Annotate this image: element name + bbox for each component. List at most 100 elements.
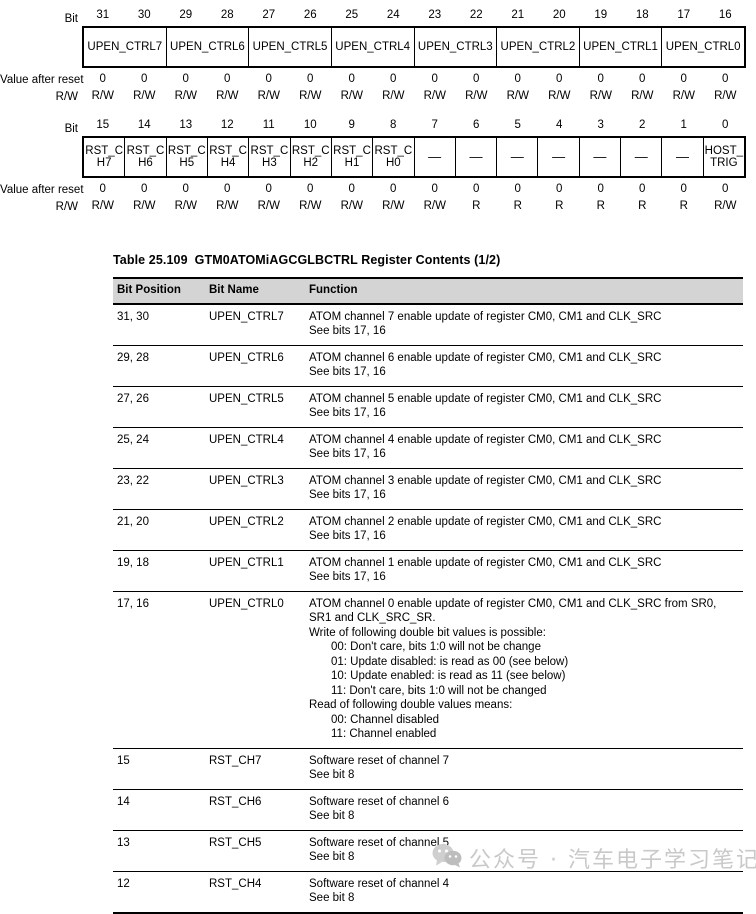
bit-number-lower-5: 10 (303, 119, 317, 131)
cell-bit-name: RST_CH7 (205, 748, 305, 790)
bit-number-lower-10: 5 (514, 119, 521, 131)
field-boxes-row-lower: RST_CH7 RST_CH6 RST_CH5 RST_CH4 RST_CH3 RST_C… (0, 136, 756, 178)
access-upper-13: R/W (631, 90, 654, 102)
cell-bit-position: 23, 22 (113, 468, 205, 510)
reset-value-lower-15: 0 (722, 183, 729, 195)
field-lower-reserved: — (456, 138, 498, 176)
field-lower-rst_ch7: RST_CH7 (84, 138, 126, 176)
table-row: 25, 24 UPEN_CTRL4 ATOM channel 4 enable up… (113, 427, 743, 469)
bit-number-upper-7: 24 (386, 9, 400, 21)
field-upper-upen_ctrl1: UPEN_CTRL1 (580, 28, 663, 66)
access-upper-5: R/W (299, 90, 322, 102)
reset-value-label-lower: Value after reset (0, 184, 84, 196)
cell-function: ATOM channel 6 enable update of register… (305, 345, 743, 387)
bit-number-lower-12: 3 (597, 119, 604, 131)
access-upper-7: R/W (382, 90, 405, 102)
reset-value-lower-4: 0 (265, 183, 272, 195)
field-lower-rst_ch2: RST_CH2 (291, 138, 332, 176)
reset-value-lower-3: 0 (224, 183, 231, 195)
function-line: Read of following double values means: (309, 699, 513, 711)
bit-number-upper-6: 25 (345, 9, 359, 21)
function-line: ATOM channel 7 enable update of register… (309, 310, 662, 323)
cell-function: ATOM channel 5 enable update of register… (305, 386, 743, 428)
access-lower-1: R/W (133, 200, 156, 212)
access-lower-0: R/W (91, 200, 114, 212)
access-upper-10: R/W (506, 90, 529, 102)
table-row: 27, 26 UPEN_CTRL5 ATOM channel 5 enable up… (113, 386, 743, 428)
access-row-upper: R/W R/W R/W R/W R/W R/W R/W R/W R/W R/W R/W R/W R/W… (0, 88, 756, 104)
bit-number-upper-13: 18 (635, 9, 649, 21)
cell-bit-name: RST_CH6 (205, 789, 305, 831)
cell-bit-position: 27, 26 (113, 386, 205, 428)
function-line: Software reset of channel 7 (309, 754, 449, 767)
access-lower-9: R (472, 200, 481, 212)
bit-number-upper-15: 16 (718, 9, 732, 21)
cell-bit-position: 12 (113, 871, 205, 914)
access-upper-9: R/W (465, 90, 488, 102)
cell-function: ATOM channel 1 enable update of register… (305, 550, 743, 592)
cell-bit-position: 17, 16 (113, 591, 205, 749)
reset-value-lower-10: 0 (514, 183, 521, 195)
reset-value-upper-13: 0 (639, 73, 646, 85)
cell-bit-position: 31, 30 (113, 303, 205, 346)
access-label-lower: R/W (55, 201, 78, 213)
reset-value-lower-1: 0 (141, 183, 148, 195)
function-line: ATOM channel 6 enable update of register… (309, 351, 662, 364)
reset-value-upper-8: 0 (431, 73, 438, 85)
bit-number-lower-11: 4 (556, 119, 563, 131)
field-boxes-row-upper: UPEN_CTRL7 UPEN_CTRL6 UPEN_CTRL5 UPEN_CTRL4… (0, 26, 756, 68)
function-line: See bit 8 (309, 851, 355, 863)
cell-bit-name: UPEN_CTRL6 (205, 345, 305, 387)
access-upper-6: R/W (340, 90, 363, 102)
access-upper-12: R/W (589, 90, 612, 102)
bit-number-lower-2: 13 (179, 119, 193, 131)
table-header-row: Bit Position Bit Name Function (113, 277, 743, 305)
access-upper-0: R/W (91, 90, 114, 102)
access-upper-15: R/W (714, 90, 737, 102)
bit-number-lower-6: 9 (348, 119, 355, 131)
cell-function: Software reset of channel 7 See bit 8 (305, 748, 743, 790)
cell-function: Software reset of channel 6 See bit 8 (305, 789, 743, 831)
cell-bit-name: RST_CH5 (205, 830, 305, 872)
reset-value-upper-10: 0 (514, 73, 521, 85)
function-line: Write of following double bit values is … (309, 626, 546, 639)
function-line: ATOM channel 0 enable update of register… (309, 597, 717, 610)
function-line: ATOM channel 2 enable update of register… (309, 515, 662, 528)
cell-bit-position: 21, 20 (113, 509, 205, 551)
field-upper-upen_ctrl5: UPEN_CTRL5 (249, 28, 332, 66)
reset-value-upper-11: 0 (556, 73, 563, 85)
cell-function: ATOM channel 3 enable update of register… (305, 468, 743, 510)
function-line: See bits 17, 16 (309, 530, 386, 542)
field-lower-rst_ch1: RST_CH1 (332, 138, 374, 176)
function-line: Software reset of channel 6 (309, 795, 449, 808)
field-cells-upper: UPEN_CTRL7 UPEN_CTRL6 UPEN_CTRL5 UPEN_CTRL4… (82, 26, 746, 68)
function-line: 00: Don't care, bits 1:0 will not be cha… (331, 641, 541, 653)
access-lower-2: R/W (174, 200, 197, 212)
field-lower-rst_ch6: RST_CH6 (125, 138, 167, 176)
column-header-bit-name: Bit Name (205, 277, 305, 305)
cell-bit-name: UPEN_CTRL5 (205, 386, 305, 428)
reset-value-lower-6: 0 (348, 183, 355, 195)
field-lower-reserved: — (662, 138, 704, 176)
table-row: 21, 20 UPEN_CTRL2 ATOM channel 2 enable up… (113, 509, 743, 551)
function-line: 00: Channel disabled (331, 713, 440, 726)
bit-number-lower-8: 7 (431, 119, 438, 131)
bit-number-lower-15: 0 (722, 119, 729, 131)
bit-number-lower-3: 12 (220, 119, 234, 131)
bit-number-lower-1: 14 (137, 119, 151, 131)
bit-number-lower-4: 11 (262, 119, 275, 131)
function-line: ATOM channel 5 enable update of register… (309, 392, 662, 405)
function-line: See bits 17, 16 (309, 489, 386, 501)
bit-number-row-lower: Bit 15 14 13 12 11 10 9 8 7 6 5 4 3 2 1 0 (0, 118, 756, 136)
access-row-lower: R/W R/W R/W R/W R/W R/W R/W R/W R/W R/W R R R R R R R/W (0, 198, 756, 214)
bit-number-upper-10: 21 (511, 9, 525, 21)
access-lower-15: R/W (714, 200, 737, 212)
cell-bit-name: UPEN_CTRL2 (205, 509, 305, 551)
access-upper-11: R/W (548, 90, 571, 102)
reset-value-lower-14: 0 (680, 183, 687, 195)
bit-number-lower-14: 1 (680, 119, 687, 131)
access-lower-3: R/W (216, 200, 239, 212)
field-lower-reserved: — (538, 138, 580, 176)
reset-value-lower-8: 0 (431, 183, 438, 195)
bit-number-upper-2: 29 (179, 9, 193, 21)
